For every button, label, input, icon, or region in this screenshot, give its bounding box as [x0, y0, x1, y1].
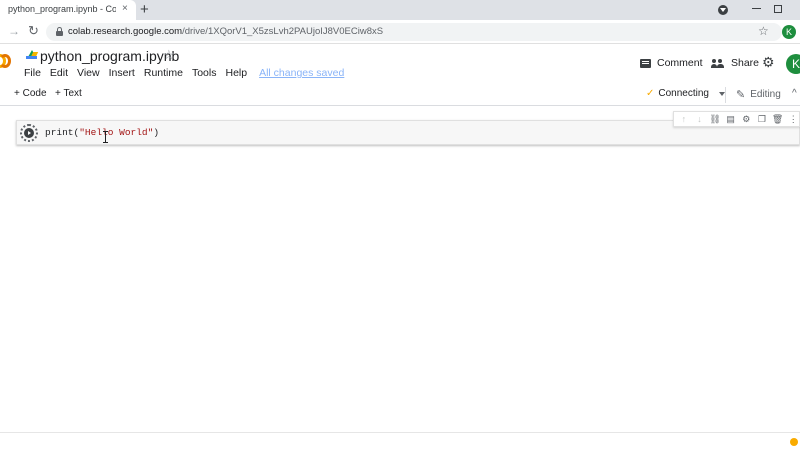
- settings-gear-icon[interactable]: ⚙: [762, 55, 775, 69]
- menu-tools[interactable]: Tools: [192, 67, 217, 81]
- people-icon: [711, 58, 725, 68]
- move-up-icon[interactable]: ↑: [678, 113, 690, 125]
- comment-button[interactable]: Comment: [640, 56, 703, 70]
- pencil-icon: ✎: [736, 89, 746, 101]
- tab-title: python_program.ipynb - Colabora: [8, 4, 116, 14]
- add-code-button[interactable]: + Code: [14, 88, 47, 99]
- link-icon[interactable]: ⛓: [709, 113, 721, 125]
- new-tab-icon[interactable]: +: [140, 1, 149, 18]
- menu-runtime[interactable]: Runtime: [144, 67, 183, 81]
- url-text[interactable]: colab.research.google.com/drive/1XQorV1_…: [68, 26, 383, 37]
- add-text-button[interactable]: + Text: [55, 88, 82, 99]
- cell-toolbar: ↑ ↓ ⛓ ▤ ⚙ ❐ 🗑 ⋮: [673, 111, 800, 127]
- toolbar-divider: [725, 87, 726, 103]
- url-path: /drive/1XQorV1_X5zsLvh2PAUjoIJ8V0ECiw8xS: [182, 26, 384, 37]
- menu-bar: File Edit View Insert Runtime Tools Help…: [24, 67, 344, 81]
- more-icon[interactable]: ⋮: [787, 113, 799, 125]
- notebook-toolbar: + Code + Text ✓ Connecting ✎ Editing ^: [0, 84, 800, 106]
- menu-edit[interactable]: Edit: [50, 67, 68, 81]
- share-label: Share: [731, 57, 760, 69]
- menu-view[interactable]: View: [77, 67, 100, 81]
- status-indicator: [790, 438, 798, 446]
- code-function: print(: [45, 127, 80, 138]
- move-down-icon[interactable]: ↓: [694, 113, 706, 125]
- browser-tab-strip: python_program.ipynb - Colabora × +: [0, 0, 800, 20]
- settings-icon[interactable]: ⚙: [741, 113, 753, 125]
- tab-close-icon[interactable]: ×: [122, 3, 128, 14]
- bookmark-star-icon[interactable]: ☆: [758, 24, 769, 38]
- mirror-icon[interactable]: ❐: [756, 113, 768, 125]
- menu-file[interactable]: File: [24, 67, 41, 81]
- text-cursor-icon: [103, 131, 108, 143]
- run-cell-button[interactable]: [20, 124, 38, 142]
- menu-help[interactable]: Help: [225, 67, 247, 81]
- delete-icon[interactable]: 🗑: [772, 113, 784, 125]
- comment-icon: [640, 58, 651, 68]
- saved-status-link[interactable]: All changes saved: [259, 67, 344, 81]
- menu-insert[interactable]: Insert: [109, 67, 135, 81]
- play-icon: [24, 128, 34, 138]
- editing-label: Editing: [750, 89, 781, 100]
- check-icon: ✓: [646, 88, 655, 99]
- comment-icon[interactable]: ▤: [725, 113, 737, 125]
- drive-icon: [26, 50, 39, 60]
- browser-tab[interactable]: python_program.ipynb - Colabora ×: [0, 0, 136, 20]
- omnibox[interactable]: colab.research.google.com/drive/1XQorV1_…: [46, 23, 782, 41]
- address-bar-row: → ↻ colab.research.google.com/drive/1XQo…: [0, 20, 800, 44]
- restore-icon[interactable]: [774, 5, 782, 13]
- browser-profile-avatar[interactable]: K: [782, 25, 796, 39]
- editing-mode-button[interactable]: ✎ Editing: [736, 88, 781, 101]
- comment-label: Comment: [657, 57, 703, 69]
- status-divider: [0, 432, 800, 433]
- star-icon[interactable]: ☆: [163, 47, 175, 63]
- colab-logo[interactable]: [0, 54, 12, 68]
- tab-search-icon[interactable]: [718, 5, 728, 15]
- url-host: colab.research.google.com: [68, 26, 183, 37]
- reload-icon[interactable]: ↻: [28, 23, 39, 39]
- notebook-title[interactable]: python_program.ipynb: [40, 48, 179, 64]
- code-close-paren: ): [153, 127, 160, 138]
- lock-icon[interactable]: [56, 27, 63, 36]
- connect-button[interactable]: ✓ Connecting: [646, 88, 725, 99]
- account-avatar[interactable]: K: [786, 54, 800, 74]
- code-string: "Hello World": [79, 127, 154, 138]
- collapse-header-icon[interactable]: ^: [792, 88, 797, 99]
- share-button[interactable]: Share: [711, 56, 759, 70]
- forward-arrow-icon[interactable]: →: [8, 24, 20, 38]
- connect-status: Connecting: [658, 88, 709, 99]
- minimize-icon[interactable]: [752, 8, 761, 9]
